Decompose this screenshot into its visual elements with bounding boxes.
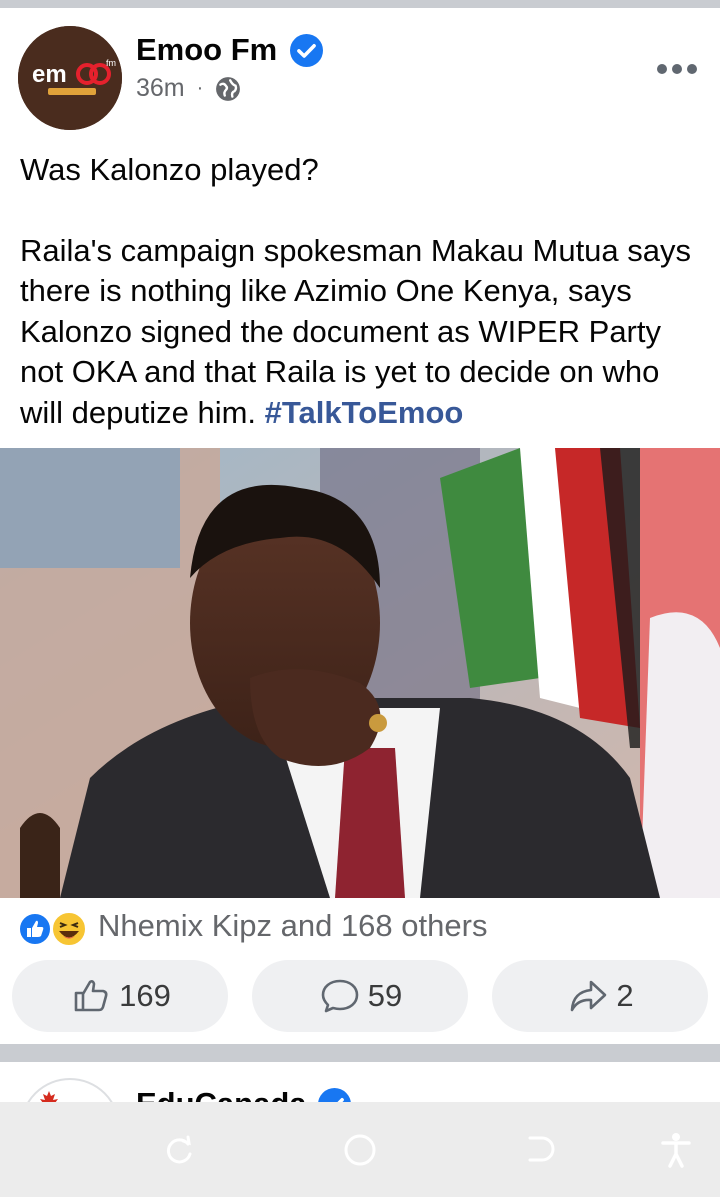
- post-header: em fm Emoo Fm 36m ·: [0, 8, 720, 138]
- globe-icon: [216, 76, 241, 101]
- post-title-line: Was Kalonzo played?: [20, 152, 319, 187]
- emoo-logo: em fm: [18, 26, 122, 130]
- verified-badge-icon: [318, 1088, 351, 1102]
- share-button[interactable]: 2: [492, 960, 708, 1032]
- system-navigation-bar: [0, 1102, 720, 1197]
- accessibility-icon[interactable]: [658, 1132, 694, 1168]
- section-divider: [0, 1044, 720, 1062]
- like-button[interactable]: 169: [12, 960, 228, 1032]
- like-count: 169: [119, 978, 171, 1013]
- svg-text:fm: fm: [106, 58, 116, 68]
- share-count: 2: [616, 978, 634, 1013]
- home-icon[interactable]: [342, 1132, 378, 1168]
- more-options-icon[interactable]: [656, 62, 698, 76]
- top-divider: [0, 0, 720, 8]
- back-icon[interactable]: [522, 1132, 558, 1168]
- post-body: Raila's campaign spokesman Makau Mutua s…: [20, 231, 710, 434]
- share-icon: [571, 980, 607, 1012]
- haha-reaction-icon: [51, 911, 87, 947]
- next-page-name[interactable]: EduCanada: [136, 1086, 307, 1102]
- verified-badge-icon: [290, 34, 323, 67]
- post-time[interactable]: 36m: [136, 74, 185, 103]
- hashtag-link[interactable]: #TalkToEmoo: [265, 395, 464, 430]
- comment-icon: [321, 979, 359, 1013]
- recent-apps-icon[interactable]: [162, 1132, 198, 1168]
- svg-text:em: em: [32, 61, 67, 88]
- page-name[interactable]: Emoo Fm: [136, 32, 277, 68]
- meta-separator: ·: [196, 77, 204, 99]
- post-photo[interactable]: [0, 448, 720, 898]
- comment-count: 59: [367, 978, 403, 1013]
- page-avatar[interactable]: em fm: [18, 26, 122, 130]
- next-post-header: EduCanada: [0, 1062, 720, 1102]
- photo-illustration: [0, 448, 720, 898]
- like-reaction-icon: [18, 912, 52, 946]
- reactions-summary[interactable]: Nhemix Kipz and 168 others: [98, 908, 487, 944]
- like-icon: [74, 980, 108, 1012]
- comment-button[interactable]: 59: [252, 960, 468, 1032]
- maple-leaf-icon: [40, 1091, 58, 1102]
- post-text: Was Kalonzo played? Raila's campaign spo…: [20, 150, 710, 433]
- post-meta: 36m ·: [136, 74, 241, 103]
- next-page-avatar[interactable]: [20, 1078, 120, 1102]
